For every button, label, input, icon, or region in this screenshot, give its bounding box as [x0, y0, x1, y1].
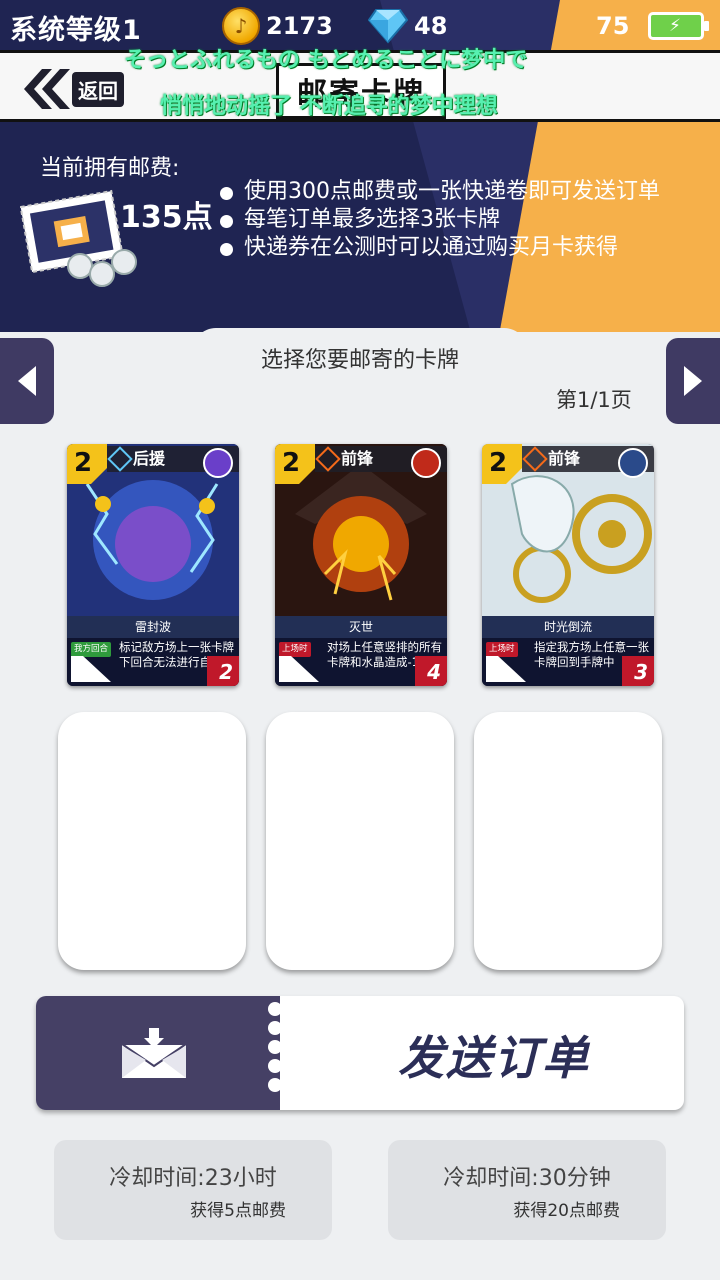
battery-icon: ⚡: [648, 12, 709, 40]
element-badge-icon: [618, 448, 648, 478]
cooldown-card-1[interactable]: 冷却时间:23小时 获得5点邮费: [54, 1140, 332, 1240]
card-mie-shi[interactable]: 2 前锋 灭世 上场时 对场上任意竖排的所有 卡牌和水晶造成-1点伤 4: [275, 444, 447, 686]
energy-value: 75: [596, 12, 630, 40]
arrow-left-icon: [18, 366, 36, 396]
diamond-icon: [368, 9, 408, 44]
double-chevron-left-icon: [24, 69, 70, 109]
cooldown-reward: 获得20点邮费: [513, 1201, 620, 1221]
card-trigger-tag: 我方回合: [71, 642, 112, 657]
rule-item: 每笔订单最多选择3张卡牌: [218, 206, 660, 234]
arrow-right-icon: [684, 366, 702, 396]
card-trigger-tag: 上场时: [486, 642, 518, 657]
lyric-subtitle-line2: 悄悄地动摇了 不断追寻的梦中理想: [160, 94, 498, 119]
card-desc-line1: 对场上任意竖排的所有: [327, 640, 442, 654]
page-indicator: 第1/1页: [556, 388, 632, 412]
postage-rules: 使用300点邮费或一张快递卷即可发送订单 每笔订单最多选择3张卡牌 快递券在公测…: [218, 178, 660, 262]
selected-card-slot-3[interactable]: [474, 712, 662, 970]
system-level: 系统等级1: [10, 15, 142, 46]
card-lei-feng-bo[interactable]: 2 后援 雷封波 我方回合 标记敌方场上一张卡牌 下回合无法进行自动攻 2: [67, 444, 239, 686]
back-button[interactable]: 返回: [20, 65, 128, 113]
rule-item: 快递券在公测时可以通过购买月卡获得: [218, 234, 660, 262]
next-page-button[interactable]: [666, 338, 720, 424]
postage-points: 135点: [120, 200, 213, 235]
card-name: 雷封波: [67, 616, 239, 638]
card-name: 时光倒流: [482, 616, 654, 638]
card-name: 灭世: [275, 616, 447, 638]
gold-value: 2173: [266, 12, 333, 40]
cooldown-card-2[interactable]: 冷却时间:30分钟 获得20点邮费: [388, 1140, 666, 1240]
select-card-heading: 选择您要邮寄的卡牌: [192, 328, 528, 388]
gem-value: 48: [414, 12, 448, 40]
cooldown-reward: 获得5点邮费: [190, 1201, 286, 1221]
card-desc-line1: 指定我方场上任意一张: [534, 640, 649, 654]
send-order-label: 发送订单: [398, 1031, 590, 1085]
rule-item: 使用300点邮费或一张快递卷即可发送订单: [218, 178, 660, 206]
selected-card-slot-1[interactable]: [58, 712, 246, 970]
postage-label: 当前拥有邮费:: [40, 156, 180, 181]
energy-counter: 75: [590, 6, 629, 46]
card-health: 4: [427, 660, 441, 684]
prev-page-button[interactable]: [0, 338, 54, 424]
ticket-perforation: [268, 1002, 288, 1106]
element-badge-icon: [411, 448, 441, 478]
back-label: 返回: [72, 71, 124, 107]
mail-envelope-icon: [120, 1028, 188, 1078]
card-health: 2: [219, 660, 233, 684]
gem-counter[interactable]: 48: [368, 6, 447, 46]
send-order-button[interactable]: 发送订单: [36, 996, 684, 1110]
selected-card-slot-2[interactable]: [266, 712, 454, 970]
gold-counter[interactable]: ♪ 2173: [222, 6, 333, 46]
card-shi-guang-dao-liu[interactable]: 2 前锋 时光倒流 上场时 指定我方场上任意一张 卡牌回到手牌中 3: [482, 444, 654, 686]
card-desc-line1: 标记敌方场上一张卡牌: [119, 640, 234, 654]
card-health: 3: [634, 660, 648, 684]
element-badge-icon: [203, 448, 233, 478]
card-trigger-tag: 上场时: [279, 642, 311, 657]
lyric-subtitle-line1: そっとふれるもの もとめることに梦中で: [124, 48, 528, 73]
cooldown-time: 冷却时间:30分钟: [443, 1166, 611, 1191]
coin-icon: ♪: [222, 7, 260, 45]
cooldown-time: 冷却时间:23小时: [109, 1166, 277, 1191]
